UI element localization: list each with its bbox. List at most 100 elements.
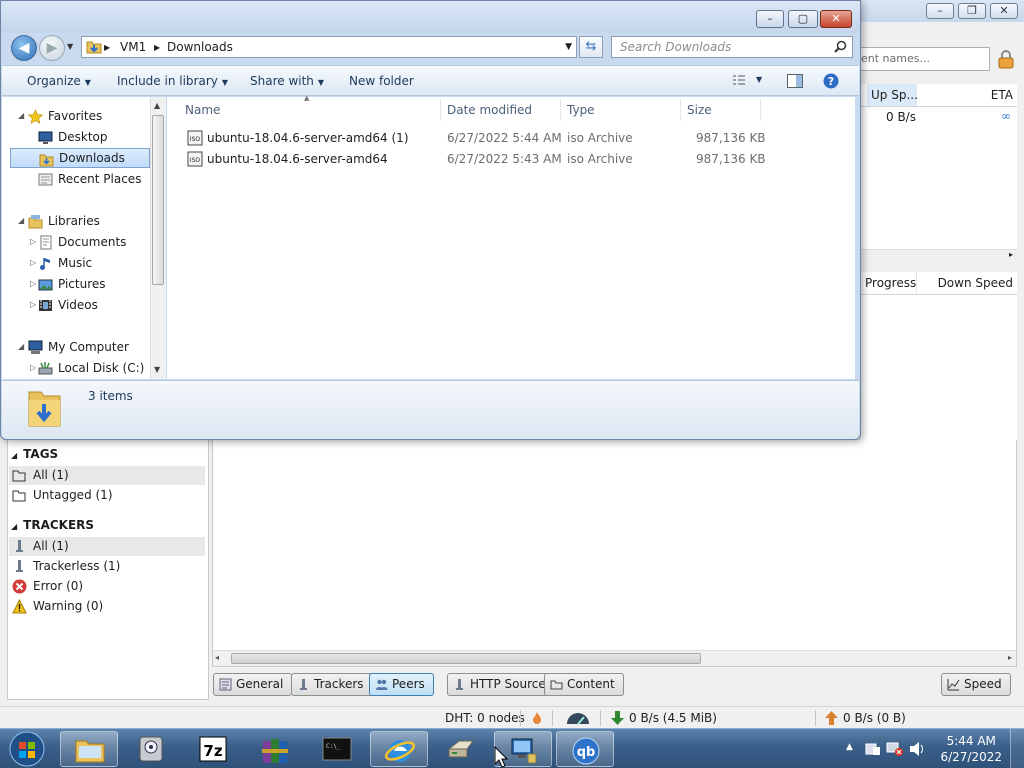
nav-local-disk[interactable]: Local Disk (C:): [36, 358, 144, 378]
preview-pane-icon[interactable]: [787, 74, 803, 88]
tags-section-title: ◢ TAGS: [11, 447, 59, 461]
scroll-right-arrow[interactable]: ▸: [1008, 653, 1012, 662]
file-row[interactable]: ISO ubuntu-18.04.6-server-amd64 (1) 6/27…: [183, 128, 766, 148]
tab-peers[interactable]: Peers: [369, 673, 434, 696]
nav-libraries[interactable]: Libraries: [26, 211, 100, 231]
download-arrow-icon: [611, 711, 624, 725]
maximize-button[interactable]: ▢: [788, 10, 818, 28]
tab-content[interactable]: Content: [544, 673, 624, 696]
col-eta[interactable]: ETA: [917, 84, 1017, 106]
nav-my-computer[interactable]: My Computer: [26, 337, 129, 357]
nav-recent-places[interactable]: Recent Places: [36, 169, 141, 189]
view-options-dropdown[interactable]: ▼: [756, 75, 762, 84]
restore-button[interactable]: ❐: [958, 3, 986, 19]
taskbar-internet-explorer[interactable]: [370, 731, 428, 767]
organize-menu[interactable]: Organize ▼: [27, 74, 91, 88]
taskbar-qbittorrent[interactable]: qb: [556, 731, 614, 767]
scroll-down-arrow[interactable]: ▼: [154, 365, 160, 374]
peers-icon: [376, 679, 388, 690]
help-icon[interactable]: ?: [823, 73, 839, 89]
lock-icon[interactable]: [996, 49, 1016, 69]
tag-all[interactable]: All (1): [9, 466, 205, 485]
peers-list: [861, 295, 1017, 440]
scroll-up-arrow[interactable]: ▲: [154, 101, 160, 110]
tracker-error[interactable]: Error (0): [9, 577, 205, 596]
speed-graph-button[interactable]: Speed: [941, 673, 1011, 696]
tracker-trackerless[interactable]: Trackerless (1): [9, 557, 205, 576]
nav-videos[interactable]: Videos: [36, 295, 98, 315]
minimize-button[interactable]: –: [756, 10, 784, 28]
close-button[interactable]: ✕: [820, 10, 852, 28]
taskbar-explorer[interactable]: [60, 731, 118, 767]
address-history-dropdown[interactable]: ▼: [565, 37, 572, 57]
minimize-button[interactable]: –: [926, 3, 954, 19]
star-icon: [28, 109, 43, 124]
system-clock[interactable]: 5:44 AM 6/27/2022: [940, 733, 1002, 765]
taskbar-7zip[interactable]: 7z: [184, 731, 242, 767]
col-header-size[interactable]: Size: [681, 99, 761, 121]
navigation-pane: ◢ Favorites Desktop Downloads Recent Pla…: [2, 97, 166, 379]
trackers-section-title: ◢ TRACKERS: [11, 518, 95, 532]
breadcrumb-vm1[interactable]: VM1: [120, 37, 146, 57]
tag-untagged[interactable]: Untagged (1): [9, 486, 205, 505]
col-header-type[interactable]: Type: [561, 99, 681, 121]
speed-limit-icon[interactable]: [565, 710, 591, 726]
show-desktop-button[interactable]: [1010, 729, 1024, 768]
close-button[interactable]: ✕: [990, 3, 1018, 19]
scroll-left-arrow[interactable]: ◂: [215, 653, 219, 662]
share-with-menu[interactable]: Share with ▼: [250, 74, 324, 88]
videos-icon: [39, 300, 52, 311]
col-up-speed[interactable]: Up Sp...: [867, 84, 918, 106]
pictures-icon: [38, 279, 53, 291]
7zip-icon: 7z: [199, 736, 227, 762]
nav-pictures[interactable]: Pictures: [36, 274, 106, 294]
nav-downloads[interactable]: Downloads: [10, 148, 150, 168]
tab-trackers[interactable]: Trackers: [291, 673, 373, 696]
torrent-search-input[interactable]: ent names...: [856, 47, 990, 71]
taskbar-cmd[interactable]: C:\_: [308, 731, 366, 767]
back-button[interactable]: ◀: [11, 35, 37, 61]
action-center-icon[interactable]: [864, 741, 882, 757]
refresh-button[interactable]: ⇆: [579, 36, 603, 58]
col-progress[interactable]: Progress: [861, 272, 917, 294]
search-downloads-input[interactable]: Search Downloads: [611, 36, 853, 58]
tab-general[interactable]: General: [213, 673, 293, 696]
connection-status-icon[interactable]: [530, 711, 544, 725]
breadcrumb-downloads[interactable]: Downloads: [167, 37, 233, 57]
svg-text:qb: qb: [577, 745, 596, 760]
file-size: 987,136 KB: [696, 131, 766, 145]
network-disconnected-icon[interactable]: [886, 741, 904, 757]
address-bar[interactable]: ▶ VM1 ▶ Downloads ▼: [81, 36, 577, 58]
new-folder-button[interactable]: New folder: [349, 74, 414, 88]
error-icon: [12, 579, 27, 594]
col-down-speed[interactable]: Down Speed: [917, 272, 1017, 294]
tracker-all[interactable]: All (1): [9, 537, 205, 556]
scroll-thumb[interactable]: [231, 653, 701, 664]
volume-icon[interactable]: [908, 741, 926, 757]
show-hidden-icons-button[interactable]: ▲: [846, 742, 853, 752]
navigation-pane-scrollbar[interactable]: ▲ ▼: [150, 97, 166, 379]
taskbar-disk-utility[interactable]: [122, 731, 180, 767]
taskbar-drive[interactable]: [432, 731, 490, 767]
nav-desktop[interactable]: Desktop: [36, 127, 108, 147]
peers-list-header: Progress Down Speed: [861, 272, 1017, 295]
search-icon[interactable]: [834, 40, 847, 53]
taskbar-winrar[interactable]: [246, 731, 304, 767]
include-in-library-menu[interactable]: Include in library ▼: [117, 74, 228, 88]
tracker-warning[interactable]: Warning (0): [9, 597, 205, 616]
file-row[interactable]: ISO ubuntu-18.04.6-server-amd64 6/27/202…: [183, 149, 766, 169]
explorer-titlebar[interactable]: – ▢ ✕: [1, 1, 860, 33]
nav-documents[interactable]: Documents: [36, 232, 126, 252]
torrent-list-scrollbar[interactable]: ▸: [861, 249, 1017, 263]
col-header-date[interactable]: Date modified: [441, 99, 561, 121]
col-header-name[interactable]: Name: [179, 99, 441, 121]
recent-pages-dropdown[interactable]: ▼: [67, 42, 73, 51]
scroll-thumb[interactable]: [152, 115, 164, 285]
nav-favorites[interactable]: Favorites: [26, 106, 102, 126]
nav-music[interactable]: Music: [36, 253, 92, 273]
libraries-icon: [28, 215, 43, 229]
start-button[interactable]: [4, 730, 50, 768]
forward-button[interactable]: ▶: [39, 35, 65, 61]
view-options-icon[interactable]: [732, 75, 746, 87]
properties-hscrollbar[interactable]: ◂ ▸: [213, 650, 1016, 666]
